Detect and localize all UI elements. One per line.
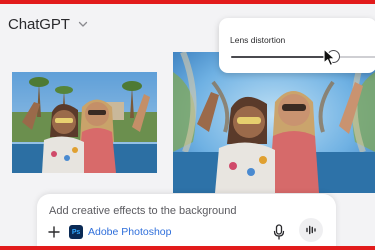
photoshop-icon-text: Ps <box>71 228 81 236</box>
prompt-input[interactable]: Add creative effects to the background <box>49 205 237 217</box>
model-selector[interactable]: ChatGPT <box>8 14 90 34</box>
photo-original[interactable] <box>12 72 157 173</box>
slider-label: Lens distortion <box>230 35 286 45</box>
mouse-pointer-icon <box>323 48 336 67</box>
top-accent-stripe <box>0 0 375 4</box>
slider-fill <box>231 56 334 58</box>
tool-label: Adobe Photoshop <box>88 226 172 238</box>
tool-chip-photoshop[interactable]: Ps Adobe Photoshop <box>69 224 172 240</box>
photo-edited[interactable] <box>173 52 375 193</box>
microphone-icon[interactable] <box>273 224 285 240</box>
lens-distortion-slider[interactable] <box>231 50 375 63</box>
voice-waveform-icon <box>306 225 316 235</box>
photo-edited-graphic <box>173 52 375 193</box>
app-title: ChatGPT <box>8 15 70 33</box>
plus-icon[interactable] <box>47 225 61 239</box>
lens-distortion-panel: Lens distortion <box>219 18 375 73</box>
bottom-accent-stripe <box>0 246 375 250</box>
photoshop-icon: Ps <box>69 225 83 239</box>
photo-original-graphic <box>12 72 157 173</box>
chevron-down-icon <box>78 21 87 27</box>
prompt-composer: Add creative effects to the background P… <box>37 194 336 250</box>
voice-mode-button[interactable] <box>299 218 323 242</box>
